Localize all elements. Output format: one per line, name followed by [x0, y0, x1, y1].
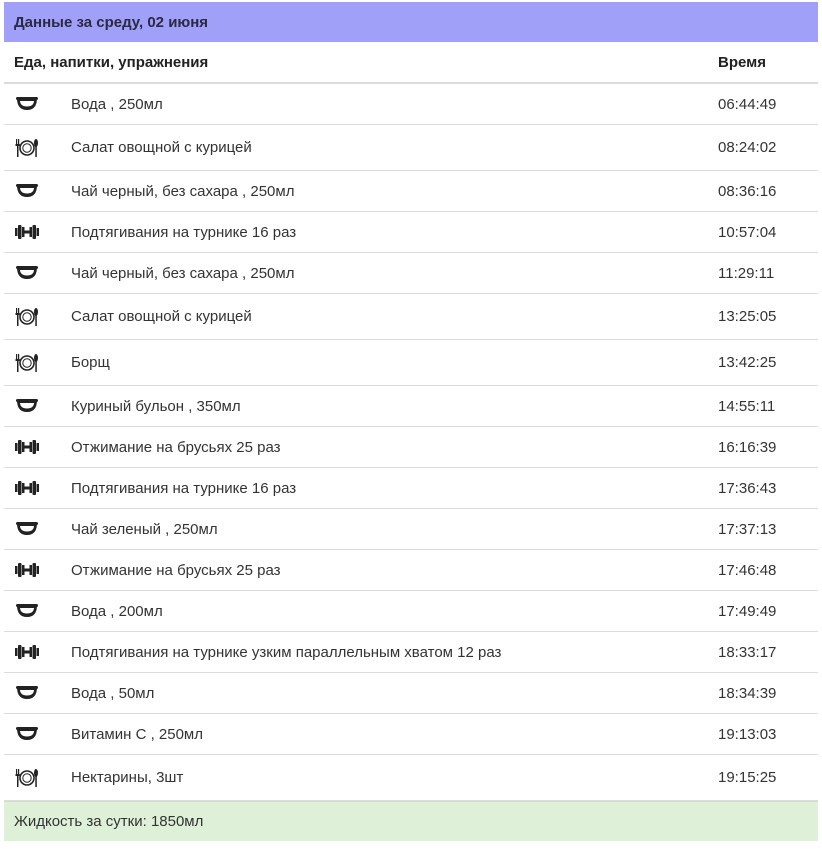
table-row: Подтягивания на турнике 16 раз 17:36:43: [4, 468, 818, 509]
bowl-icon: [14, 680, 40, 706]
row-description: Чай черный, без сахара , 250мл: [71, 264, 295, 282]
row-time: 16:16:39: [718, 438, 777, 456]
table-row: Куриный бульон , 350мл 14:55:11: [4, 386, 818, 427]
panel-footer: Жидкость за сутки: 1850мл: [4, 801, 818, 841]
row-description: Вода , 200мл: [71, 602, 163, 620]
dumbbell-icon: [14, 219, 40, 245]
row-time: 06:44:49: [718, 95, 777, 113]
table-row: Салат овощной с курицей 13:25:05: [4, 294, 818, 340]
dumbbell-icon: [14, 434, 40, 460]
row-time: 19:13:03: [718, 725, 777, 743]
log-table-body: Вода , 250мл 06:44:49 Салат овощной с кури…: [4, 84, 818, 801]
panel-title: Данные за среду, 02 июня: [14, 13, 209, 31]
row-time: 13:42:25: [718, 354, 777, 371]
plate-cutlery-icon: [14, 304, 40, 330]
panel-header: Данные за среду, 02 июня: [4, 2, 818, 42]
row-description: Подтягивания на турнике 16 раз: [71, 479, 297, 497]
row-time: 17:49:49: [718, 602, 777, 620]
row-time: 17:37:13: [718, 520, 777, 538]
table-row: Подтягивания на турнике узким параллельн…: [4, 632, 818, 673]
bowl-icon: [14, 598, 40, 624]
table-row: Салат овощной с курицей 08:24:02: [4, 125, 818, 171]
row-time: 10:57:04: [718, 223, 777, 241]
row-description: Подтягивания на турнике узким параллельн…: [71, 643, 502, 661]
row-time: 18:33:17: [718, 643, 777, 661]
column-header-description: Еда, напитки, упражнения: [14, 53, 209, 71]
table-row: Вода , 50мл 18:34:39: [4, 673, 818, 714]
row-description: Отжимание на брусьях 25 раз: [71, 561, 281, 579]
row-description: Борщ: [71, 354, 110, 371]
row-description: Салат овощной с курицей: [71, 139, 252, 156]
table-row: Нектарины, 3шт 19:15:25: [4, 755, 818, 801]
row-description: Вода , 50мл: [71, 684, 155, 702]
plate-cutlery-icon: [14, 135, 40, 161]
row-description: Чай зеленый , 250мл: [71, 520, 218, 538]
row-description: Нектарины, 3шт: [71, 769, 184, 786]
table-row: Чай черный, без сахара , 250мл 08:36:16: [4, 171, 818, 212]
row-description: Отжимание на брусьях 25 раз: [71, 438, 281, 456]
dumbbell-icon: [14, 639, 40, 665]
bowl-icon: [14, 178, 40, 204]
row-time: 18:34:39: [718, 684, 777, 702]
table-row: Подтягивания на турнике 16 раз 10:57:04: [4, 212, 818, 253]
table-row: Витамин С , 250мл 19:13:03: [4, 714, 818, 755]
daily-fluid-total: Жидкость за сутки: 1850мл: [14, 813, 204, 830]
table-row: Вода , 250мл 06:44:49: [4, 84, 818, 125]
row-time: 08:36:16: [718, 182, 777, 200]
row-time: 11:29:11: [718, 264, 775, 282]
row-time: 17:46:48: [718, 561, 777, 579]
row-time: 19:15:25: [718, 769, 777, 786]
table-row: Чай зеленый , 250мл 17:37:13: [4, 509, 818, 550]
row-time: 08:24:02: [718, 139, 777, 156]
bowl-icon: [14, 393, 40, 419]
table-row: Вода , 200мл 17:49:49: [4, 591, 818, 632]
row-description: Куриный бульон , 350мл: [71, 397, 241, 415]
row-description: Витамин С , 250мл: [71, 725, 203, 743]
dumbbell-icon: [14, 557, 40, 583]
row-description: Подтягивания на турнике 16 раз: [71, 223, 297, 241]
dumbbell-icon: [14, 475, 40, 501]
table-row: Отжимание на брусьях 25 раз 17:46:48: [4, 550, 818, 591]
plate-cutlery-icon: [14, 765, 40, 791]
daily-log-panel: Данные за среду, 02 июня Еда, напитки, у…: [4, 2, 818, 841]
row-time: 17:36:43: [718, 479, 777, 497]
row-description: Салат овощной с курицей: [71, 308, 252, 325]
row-description: Вода , 250мл: [71, 95, 163, 113]
bowl-icon: [14, 721, 40, 747]
row-description: Чай черный, без сахара , 250мл: [71, 182, 295, 200]
column-header-time: Время: [718, 53, 766, 71]
table-header: Еда, напитки, упражнения Время: [4, 42, 818, 84]
table-row: Борщ 13:42:25: [4, 340, 818, 386]
table-row: Чай черный, без сахара , 250мл 11:29:11: [4, 253, 818, 294]
plate-cutlery-icon: [14, 350, 40, 376]
row-time: 13:25:05: [718, 308, 777, 325]
bowl-icon: [14, 91, 40, 117]
bowl-icon: [14, 516, 40, 542]
table-row: Отжимание на брусьях 25 раз 16:16:39: [4, 427, 818, 468]
row-time: 14:55:11: [718, 397, 776, 415]
bowl-icon: [14, 260, 40, 286]
